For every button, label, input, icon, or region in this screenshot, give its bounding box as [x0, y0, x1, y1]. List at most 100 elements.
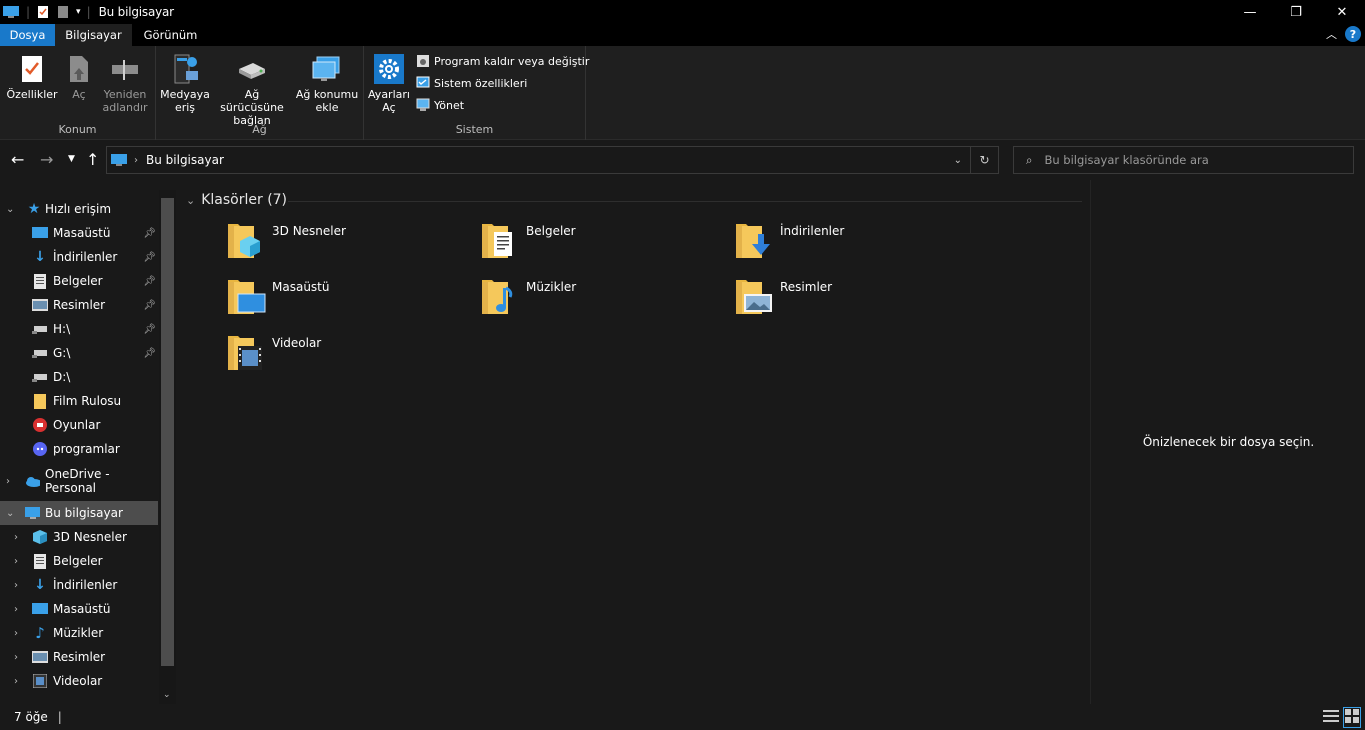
- map-network-drive-button[interactable]: Ağ sürücüsüne bağlan: [212, 52, 292, 127]
- address-dropdown-icon[interactable]: ⌄: [954, 155, 962, 166]
- nav-quick-camera-roll[interactable]: Film Rulosu: [0, 389, 158, 413]
- folder-desktop-icon: [228, 280, 266, 314]
- collapse-chevron-icon[interactable]: ›: [14, 676, 18, 687]
- address-field[interactable]: › Bu bilgisayar ⌄ ↻: [106, 146, 999, 174]
- manage-button[interactable]: Yönet: [416, 98, 464, 112]
- back-arrow-icon[interactable]: ←: [11, 150, 24, 169]
- section-divider: [288, 201, 1082, 202]
- group-system: Ayarları Aç Program kaldır veya değiştir…: [364, 46, 589, 140]
- search-input[interactable]: ⌕ Bu bilgisayar klasöründe ara: [1013, 146, 1354, 174]
- breadcrumb-chevron-icon[interactable]: ›: [134, 155, 138, 166]
- access-media-button[interactable]: Medyaya eriş: [160, 52, 210, 114]
- maximize-button[interactable]: ❐: [1273, 0, 1319, 24]
- nav-this-pc[interactable]: ⌄ Bu bilgisayar: [0, 501, 158, 525]
- folder-music-icon: [482, 280, 513, 314]
- desktop-icon: [32, 601, 48, 617]
- content-pane: ⌄ Klasörler (7) 3D Nesneler Belgeler İnd…: [176, 180, 1090, 704]
- system-properties-button[interactable]: Sistem özellikleri: [416, 76, 527, 90]
- ribbon: Özellikler Aç Yeniden adlandır Konum Med…: [0, 46, 1365, 140]
- pin-icon[interactable]: 📌︎: [143, 324, 156, 335]
- recent-locations-chevron-icon[interactable]: ▼: [68, 154, 75, 164]
- folder-documents[interactable]: Belgeler: [480, 220, 720, 272]
- nav-quick-drive-h[interactable]: H:\ 📌︎: [0, 317, 158, 341]
- help-icon[interactable]: ?: [1345, 26, 1361, 42]
- window-title: Bu bilgisayar: [98, 5, 174, 19]
- breadcrumb-this-pc[interactable]: Bu bilgisayar: [146, 153, 224, 167]
- collapse-chevron-icon[interactable]: ›: [14, 628, 18, 639]
- collapse-chevron-icon[interactable]: ›: [14, 580, 18, 591]
- folder-videos[interactable]: Videolar: [226, 332, 466, 384]
- folder-desktop[interactable]: Masaüstü: [226, 276, 466, 328]
- rename-icon: [112, 60, 138, 80]
- network-location-icon: [312, 56, 340, 81]
- section-collapse-icon[interactable]: ⌄: [186, 194, 195, 207]
- up-arrow-icon[interactable]: ↑: [86, 150, 99, 169]
- expand-chevron-icon[interactable]: ⌄: [6, 508, 14, 519]
- folders-section-header[interactable]: ⌄ Klasörler (7): [186, 192, 287, 208]
- open-button[interactable]: Aç: [64, 52, 94, 101]
- collapse-chevron-icon[interactable]: ›: [14, 652, 18, 663]
- refresh-icon[interactable]: ↻: [970, 147, 998, 173]
- close-button[interactable]: ✕: [1319, 0, 1365, 24]
- tab-computer[interactable]: Bilgisayar: [55, 24, 132, 46]
- rename-button[interactable]: Yeniden adlandır: [100, 52, 150, 114]
- uninstall-program-button[interactable]: Program kaldır veya değiştir: [416, 54, 589, 68]
- customize-quick-access-icon[interactable]: ▾: [76, 7, 81, 17]
- forward-arrow-icon[interactable]: →: [40, 150, 53, 169]
- properties-quick-icon[interactable]: [36, 5, 50, 19]
- network-drive-icon: [239, 63, 265, 79]
- pin-icon[interactable]: 📌︎: [143, 228, 156, 239]
- nav-pc-pictures[interactable]: › Resimler: [0, 645, 158, 669]
- group-location: Özellikler Aç Yeniden adlandır Konum: [0, 46, 156, 140]
- pin-icon[interactable]: 📌︎: [143, 348, 156, 359]
- new-folder-quick-icon[interactable]: [56, 5, 70, 19]
- open-settings-button[interactable]: Ayarları Aç: [368, 52, 410, 114]
- nav-quick-access[interactable]: ⌄ ★ Hızlı erişim: [0, 197, 158, 221]
- network-drive-icon: [32, 369, 48, 385]
- tab-view[interactable]: Görünüm: [132, 24, 209, 46]
- folder-pictures[interactable]: Resimler: [734, 276, 974, 328]
- nav-quick-pictures[interactable]: Resimler 📌︎: [0, 293, 158, 317]
- nav-scrollbar-thumb[interactable]: [161, 198, 174, 666]
- nav-pc-desktop[interactable]: › Masaüstü: [0, 597, 158, 621]
- document-icon: [32, 553, 48, 569]
- scroll-down-icon[interactable]: ⌄: [163, 690, 171, 700]
- collapse-chevron-icon[interactable]: ›: [14, 556, 18, 567]
- nav-pc-downloads[interactable]: › ↓ İndirilenler: [0, 573, 158, 597]
- preview-pane: Önizlenecek bir dosya seçin.: [1090, 180, 1365, 704]
- nav-quick-desktop[interactable]: Masaüstü 📌︎: [0, 221, 158, 245]
- nav-quick-documents[interactable]: Belgeler 📌︎: [0, 269, 158, 293]
- nav-pc-documents[interactable]: › Belgeler: [0, 549, 158, 573]
- manage-icon: [416, 98, 430, 111]
- pin-icon[interactable]: 📌︎: [143, 300, 156, 311]
- nav-pc-music[interactable]: › ♪ Müzikler: [0, 621, 158, 645]
- collapse-chevron-icon[interactable]: ›: [14, 532, 18, 543]
- tab-file[interactable]: Dosya: [0, 24, 55, 46]
- collapse-chevron-icon[interactable]: ›: [14, 604, 18, 615]
- collapse-ribbon-icon[interactable]: ︿: [1326, 26, 1337, 42]
- nav-pc-videos[interactable]: › Videolar: [0, 669, 158, 693]
- pin-icon[interactable]: 📌︎: [143, 252, 156, 263]
- download-arrow-icon: ↓: [34, 249, 46, 265]
- nav-quick-downloads[interactable]: ↓ İndirilenler 📌︎: [0, 245, 158, 269]
- nav-pc-3d-objects[interactable]: › 3D Nesneler: [0, 525, 158, 549]
- minimize-button[interactable]: —: [1227, 0, 1273, 24]
- nav-quick-programs[interactable]: programlar: [0, 437, 158, 461]
- folder-downloads[interactable]: İndirilenler: [734, 220, 974, 272]
- folder-music[interactable]: Müzikler: [480, 276, 720, 328]
- collapse-chevron-icon[interactable]: ›: [6, 476, 10, 487]
- folder-videos-icon: [228, 336, 262, 370]
- pin-icon[interactable]: 📌︎: [143, 276, 156, 287]
- large-icons-view-icon[interactable]: [1343, 707, 1361, 728]
- add-network-location-button[interactable]: Ağ konumu ekle: [294, 52, 360, 114]
- nav-quick-games[interactable]: Oyunlar: [0, 413, 158, 437]
- nav-onedrive[interactable]: › OneDrive - Personal: [0, 467, 158, 495]
- folder-3d-objects[interactable]: 3D Nesneler: [226, 220, 466, 272]
- details-view-icon[interactable]: [1323, 709, 1339, 726]
- ribbon-tabs: Dosya Bilgisayar Görünüm: [0, 24, 1365, 46]
- nav-quick-drive-g[interactable]: G:\ 📌︎: [0, 341, 158, 365]
- nav-quick-drive-d[interactable]: D:\: [0, 365, 158, 389]
- expand-chevron-icon[interactable]: ⌄: [6, 204, 14, 215]
- uninstall-icon: [417, 55, 429, 67]
- properties-button[interactable]: Özellikler: [6, 52, 58, 101]
